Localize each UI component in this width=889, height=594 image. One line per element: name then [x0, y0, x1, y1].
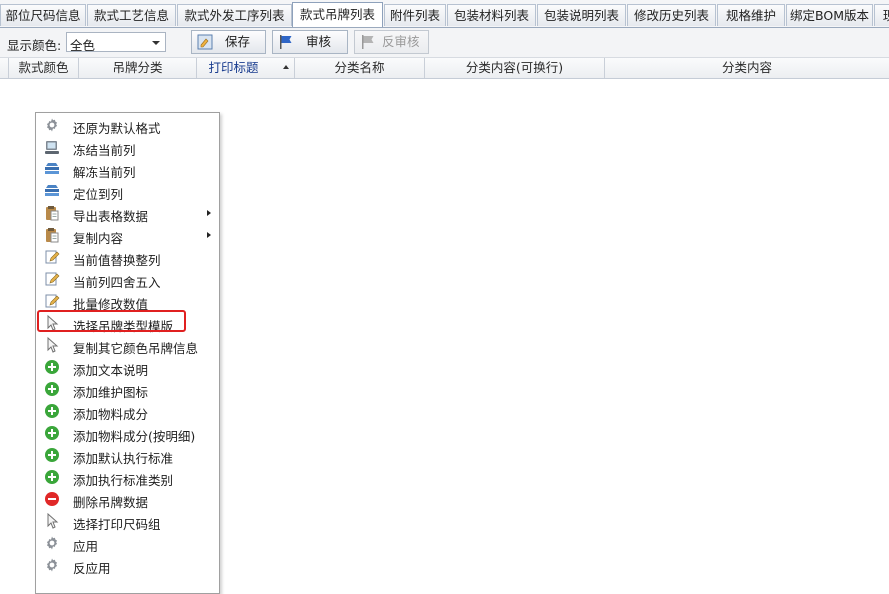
column-print-title[interactable]: 打印标题 [197, 58, 295, 78]
tab-hangtag-list[interactable]: 款式吊牌列表 [292, 2, 383, 27]
submenu-arrow-icon [207, 232, 211, 238]
menu-item-add-material-composition-detail[interactable]: 添加物料成分(按明细) [37, 422, 217, 444]
add-icon [44, 403, 60, 419]
color-select[interactable]: 全色 [66, 32, 166, 53]
tab-change-history-list[interactable]: 修改历史列表 [627, 4, 716, 26]
save-button[interactable]: 保存 [191, 30, 266, 54]
menu-item-add-text-note[interactable]: 添加文本说明 [37, 356, 217, 378]
column-tag-category[interactable]: 吊牌分类 [79, 58, 197, 78]
column-category-content[interactable]: 分类内容 [605, 58, 889, 78]
color-filter-label: 显示颜色: [7, 38, 62, 53]
menu-item-add-default-standard[interactable]: 添加默认执行标准 [37, 444, 217, 466]
menu-item-apply[interactable]: 应用 [37, 532, 217, 554]
submenu-arrow-icon [207, 210, 211, 216]
column-category-content-multiline[interactable]: 分类内容(可换行) [425, 58, 605, 78]
tab-packaging-material-list[interactable]: 包装材料列表 [447, 4, 536, 26]
row-indicator-column [0, 58, 9, 78]
save-icon [197, 34, 213, 50]
edit-icon [44, 293, 60, 309]
column-print-title-label: 打印标题 [208, 60, 259, 75]
edit-icon [44, 249, 60, 265]
clipboard-icon [44, 227, 60, 243]
menu-item-copy-other-color-tag-info[interactable]: 复制其它颜色吊牌信息 [37, 334, 217, 356]
unaudit-button[interactable]: 反审核 [354, 30, 429, 54]
chevron-down-icon[interactable] [152, 41, 160, 45]
tab-bar: 部位尺码信息 款式工艺信息 款式外发工序列表 款式吊牌列表 附件列表 包装材料列… [0, 0, 889, 28]
context-menu: 还原为默认格式 冻结当前列 解冻当前列 定位到列 导出表格数据 复制内容 当前值… [35, 112, 220, 594]
audit-button[interactable]: 审核 [272, 30, 348, 54]
add-icon [44, 469, 60, 485]
tab-attachment-list[interactable]: 附件列表 [384, 4, 446, 26]
color-select-value: 全色 [70, 38, 96, 53]
clipboard-icon [44, 205, 60, 221]
tab-style-process-info[interactable]: 款式工艺信息 [87, 4, 176, 26]
menu-item-round-column[interactable]: 当前列四舍五入 [37, 268, 217, 290]
menu-item-unfreeze-column[interactable]: 解冻当前列 [37, 158, 217, 180]
tab-packaging-notes-list[interactable]: 包装说明列表 [537, 4, 626, 26]
gear-icon [44, 557, 60, 573]
menu-item-add-material-composition[interactable]: 添加物料成分 [37, 400, 217, 422]
add-icon [44, 425, 60, 441]
cursor-icon [44, 513, 60, 529]
menu-item-add-care-icon[interactable]: 添加维护图标 [37, 378, 217, 400]
menu-item-restore-default-format[interactable]: 还原为默认格式 [37, 114, 217, 136]
tab-overflow[interactable]: 现 [874, 4, 889, 26]
add-icon [44, 381, 60, 397]
toolbar: 显示颜色: 全色 保存 审核 反审核 [0, 28, 889, 58]
stack-icon [44, 183, 60, 199]
menu-item-replace-column-with-value[interactable]: 当前值替换整列 [37, 246, 217, 268]
flag-icon [278, 34, 294, 50]
menu-item-freeze-column[interactable]: 冻结当前列 [37, 136, 217, 158]
remove-icon [44, 491, 60, 507]
column-style-color[interactable]: 款式颜色 [9, 58, 79, 78]
flag-gray-icon [360, 34, 376, 50]
menu-item-copy-content[interactable]: 复制内容 [37, 224, 217, 246]
menu-item-export-table-data[interactable]: 导出表格数据 [37, 202, 217, 224]
gear-icon [44, 117, 60, 133]
add-icon [44, 447, 60, 463]
cursor-icon [44, 315, 60, 331]
sort-ascending-icon [283, 65, 289, 69]
menu-item-batch-modify-values[interactable]: 批量修改数值 [37, 290, 217, 312]
grid-header: 款式颜色 吊牌分类 打印标题 分类名称 分类内容(可换行) 分类内容 [0, 58, 889, 79]
freeze-icon [44, 139, 60, 155]
menu-item-locate-column[interactable]: 定位到列 [37, 180, 217, 202]
menu-item-select-tag-template[interactable]: 选择吊牌类型模版 [37, 312, 217, 334]
gear-icon [44, 535, 60, 551]
add-icon [44, 359, 60, 375]
tab-spec-maintenance[interactable]: 规格维护 [717, 4, 785, 26]
tab-outsource-process-list[interactable]: 款式外发工序列表 [177, 4, 292, 26]
menu-item-select-print-size-group[interactable]: 选择打印尺码组 [37, 510, 217, 532]
stack-icon [44, 161, 60, 177]
menu-item-unapply[interactable]: 反应用 [37, 554, 217, 576]
column-category-name[interactable]: 分类名称 [295, 58, 425, 78]
menu-item-add-standard-category[interactable]: 添加执行标准类别 [37, 466, 217, 488]
edit-icon [44, 271, 60, 287]
cursor-icon [44, 337, 60, 353]
tab-part-size-info[interactable]: 部位尺码信息 [0, 4, 86, 26]
tab-bind-bom-version[interactable]: 绑定BOM版本 [786, 4, 873, 26]
menu-item-delete-tag-data[interactable]: 删除吊牌数据 [37, 488, 217, 510]
